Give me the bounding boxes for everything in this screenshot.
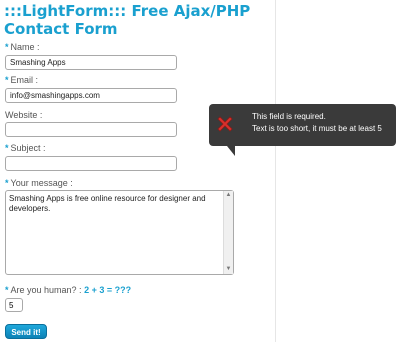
column-divider	[275, 0, 276, 342]
required-asterisk: *	[5, 178, 9, 188]
website-input[interactable]	[5, 122, 177, 137]
page-title-line1: :::LightForm::: Free Ajax/PHP	[4, 2, 251, 20]
message-scrollbar[interactable]: ▲ ▼	[223, 191, 233, 274]
name-label-text: Name :	[10, 42, 40, 52]
tooltip-message: This field is required. Text is too shor…	[252, 111, 394, 135]
required-asterisk: *	[5, 42, 9, 52]
tooltip-line1: This field is required.	[252, 112, 326, 121]
required-asterisk: *	[5, 285, 9, 295]
website-label-text: Website :	[5, 110, 43, 120]
website-label: Website :	[5, 110, 42, 121]
message-textarea[interactable]: Smashing Apps is free online resource fo…	[5, 190, 234, 275]
page-title-line2: Contact Form	[4, 20, 118, 38]
message-text: Smashing Apps is free online resource fo…	[9, 194, 206, 213]
captcha-question: 2 + 3 = ???	[84, 285, 132, 295]
page-title: :::LightForm::: Free Ajax/PHP Contact Fo…	[4, 2, 274, 38]
subject-input[interactable]	[5, 156, 177, 171]
email-input[interactable]	[5, 88, 177, 103]
required-asterisk: *	[5, 143, 9, 153]
message-label: * Your message :	[5, 178, 73, 189]
captcha-input[interactable]	[5, 298, 23, 312]
error-x-icon	[217, 116, 233, 132]
captcha-label: * Are you human? : 2 + 3 = ???	[5, 285, 131, 295]
tooltip-line2: Text is too short, it must be at least 5	[252, 124, 382, 133]
name-label: * Name :	[5, 42, 40, 53]
message-label-text: Your message :	[10, 178, 73, 188]
scroll-down-icon[interactable]: ▼	[224, 265, 233, 274]
captcha-label-text: Are you human? :	[10, 285, 82, 295]
required-asterisk: *	[5, 75, 9, 85]
tooltip-pointer	[227, 146, 235, 156]
email-label-text: Email :	[10, 75, 39, 85]
name-input[interactable]	[5, 55, 177, 70]
send-button[interactable]: Send it!	[5, 324, 47, 339]
contact-form-page: :::LightForm::: Free Ajax/PHP Contact Fo…	[0, 0, 400, 342]
subject-label-text: Subject :	[10, 143, 46, 153]
email-label: * Email :	[5, 75, 38, 86]
subject-label: * Subject :	[5, 143, 46, 154]
scroll-up-icon[interactable]: ▲	[224, 191, 233, 200]
